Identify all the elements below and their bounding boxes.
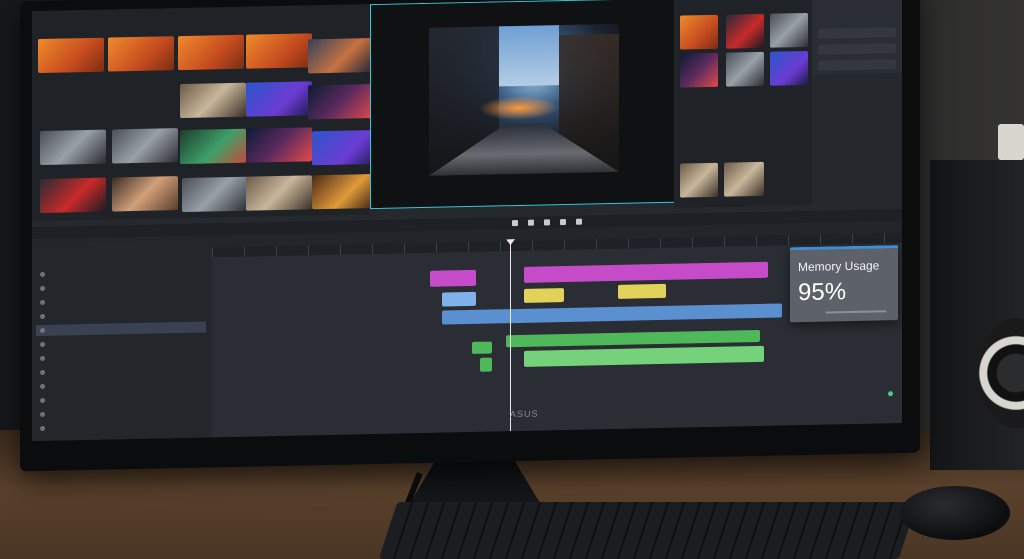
monitor: Memory Usage 95% ASUS xyxy=(20,0,920,472)
media-thumbnail[interactable] xyxy=(726,51,764,87)
track-row-selected[interactable] xyxy=(36,321,206,337)
track-row[interactable] xyxy=(36,420,206,435)
timeline-clip[interactable] xyxy=(480,357,492,372)
loop-button[interactable] xyxy=(544,219,550,226)
media-thumbnail[interactable] xyxy=(312,129,378,166)
memory-usage-bar xyxy=(826,310,886,314)
media-thumbnail[interactable] xyxy=(112,128,178,164)
viewer-street-lights xyxy=(479,95,559,121)
track-row[interactable] xyxy=(36,336,206,351)
media-thumbnail[interactable] xyxy=(770,12,808,48)
track-row[interactable] xyxy=(36,350,206,365)
media-thumbnail[interactable] xyxy=(680,14,718,50)
track-row[interactable] xyxy=(36,294,206,309)
media-thumbnail[interactable] xyxy=(308,38,374,74)
media-thumbnail[interactable] xyxy=(180,82,246,119)
media-pool-right xyxy=(674,0,812,208)
inspector-field[interactable] xyxy=(818,43,896,55)
media-thumbnail[interactable] xyxy=(180,128,246,165)
media-thumbnail[interactable] xyxy=(178,34,244,71)
play-button[interactable] xyxy=(512,219,518,227)
monitor-brand-logo: ASUS xyxy=(510,408,539,420)
inspector-field[interactable] xyxy=(818,27,896,39)
media-thumbnail[interactable] xyxy=(182,176,248,213)
media-thumbnail[interactable] xyxy=(312,173,378,210)
media-thumbnail[interactable] xyxy=(246,175,312,211)
media-thumbnail[interactable] xyxy=(38,37,104,74)
editor-screen: Memory Usage 95% xyxy=(32,0,902,442)
track-row[interactable] xyxy=(36,392,206,407)
media-thumbnail[interactable] xyxy=(770,50,808,86)
program-viewer[interactable] xyxy=(370,0,675,210)
timeline-clip[interactable] xyxy=(472,341,492,354)
media-thumbnail[interactable] xyxy=(40,129,106,166)
marker-button[interactable] xyxy=(576,218,582,225)
cup xyxy=(998,124,1024,160)
memory-usage-card: Memory Usage 95% xyxy=(790,245,898,323)
inspector-panel xyxy=(812,0,902,75)
mouse xyxy=(900,486,1010,540)
media-thumbnail[interactable] xyxy=(724,161,764,197)
viewer-frame-city-street xyxy=(429,23,619,176)
media-thumbnail[interactable] xyxy=(40,177,106,214)
media-thumbnail[interactable] xyxy=(246,81,312,117)
media-thumbnail[interactable] xyxy=(680,162,718,198)
track-row[interactable] xyxy=(36,406,206,421)
track-row[interactable] xyxy=(36,266,206,281)
stop-button[interactable] xyxy=(528,219,534,226)
timeline-clip[interactable] xyxy=(442,291,476,307)
track-list xyxy=(32,239,210,442)
media-thumbnail[interactable] xyxy=(112,176,178,212)
track-row[interactable] xyxy=(36,364,206,379)
track-row[interactable] xyxy=(36,308,206,323)
track-row[interactable] xyxy=(36,378,206,393)
media-thumbnail[interactable] xyxy=(246,33,312,69)
timeline-clip[interactable] xyxy=(524,288,564,303)
keyboard xyxy=(378,502,918,559)
timeline-clip[interactable] xyxy=(430,269,476,287)
skip-button[interactable] xyxy=(560,218,566,226)
media-thumbnail[interactable] xyxy=(726,13,764,49)
media-thumbnail[interactable] xyxy=(108,36,174,72)
media-thumbnail[interactable] xyxy=(246,127,312,163)
media-thumbnail[interactable] xyxy=(680,52,718,88)
track-row[interactable] xyxy=(36,280,206,295)
memory-usage-value: 95% xyxy=(798,278,847,307)
timeline-clip[interactable] xyxy=(618,283,666,299)
viewer-sky xyxy=(499,25,559,87)
media-pool-left xyxy=(32,4,378,222)
media-thumbnail[interactable] xyxy=(308,84,374,120)
inspector-field[interactable] xyxy=(818,59,896,71)
memory-usage-label: Memory Usage xyxy=(798,258,880,275)
playhead[interactable] xyxy=(510,239,511,432)
